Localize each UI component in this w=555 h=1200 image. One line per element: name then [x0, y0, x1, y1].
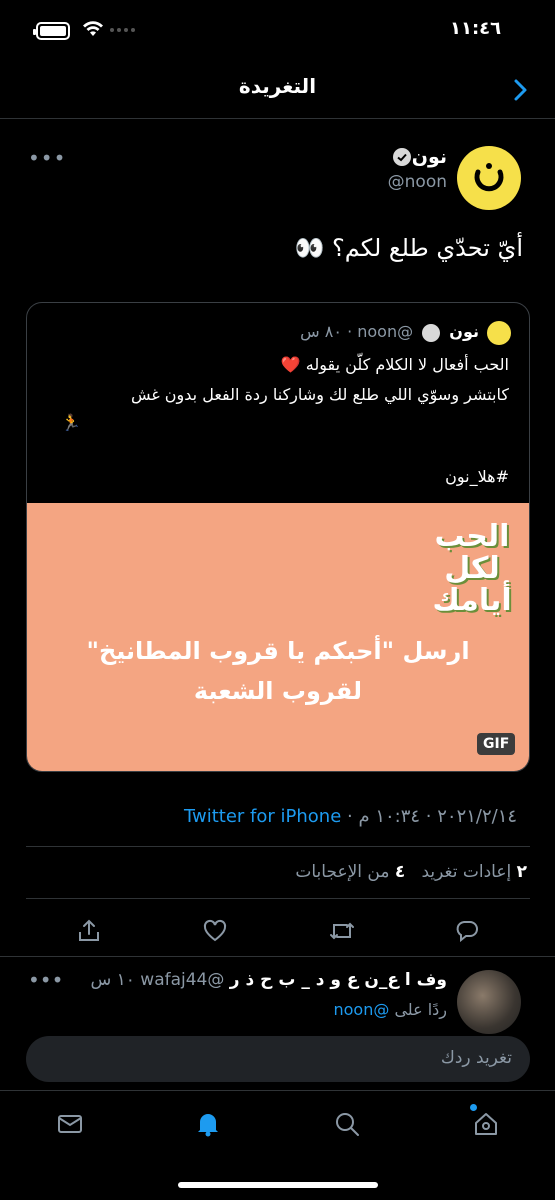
meta-divider	[26, 846, 530, 847]
share-icon[interactable]	[76, 918, 102, 944]
home-tab-icon[interactable]	[472, 1110, 500, 1138]
search-tab-icon[interactable]	[333, 1110, 361, 1138]
more-options-icon[interactable]: •••	[28, 146, 66, 170]
media-text-line: ارسل "أحبكم يا قروب المطانيخ"	[86, 637, 470, 665]
reply-avatar[interactable]	[457, 970, 521, 1034]
reply-header: وف ا ع_ن ع و د _ ب ح ذ ر @wafaj44 ١٠ س	[90, 970, 447, 990]
quoted-handle-time: @noon · ٨٠ س	[300, 322, 414, 341]
wifi-icon	[83, 21, 103, 36]
quoted-header: نون @noon · ٨٠ س	[300, 322, 479, 342]
reply-more-icon[interactable]: •••	[28, 968, 63, 992]
quoted-author-name: نون	[449, 322, 479, 341]
quoted-avatar	[487, 321, 511, 345]
retweet-icon[interactable]	[328, 918, 356, 944]
tweet-text: أيّ تحدّي طلع لكم؟ 👀	[294, 234, 523, 262]
tweet-meta: Twitter for iPhone ٢٠٢١/٢/١٤ · ١٠:٣٤ م ·	[184, 806, 517, 827]
avatar[interactable]	[457, 146, 521, 210]
quoted-tweet-card[interactable]: نون @noon · ٨٠ س الحب أفعال لا الكلام كل…	[26, 302, 530, 772]
quoted-text-line: الحب أفعال لا الكلام كلّن يقوله ❤️	[280, 355, 509, 374]
back-arrow-icon[interactable]	[512, 78, 530, 102]
tweet-date: ٢٠٢١/٢/١٤ · ١٠:٣٤ م ·	[347, 806, 518, 827]
media-title: الحب لكل أيامك	[432, 519, 512, 618]
header-divider	[0, 118, 555, 119]
home-indicator	[178, 1182, 378, 1188]
likes-count: ٤	[394, 862, 406, 882]
reply-author-name[interactable]: وف ا ع_ن ع و د _ ب ح ذ ر	[230, 970, 447, 990]
tweet-source-link[interactable]: Twitter for iPhone	[184, 806, 341, 827]
quoted-hashtag[interactable]: #هلا_نون	[445, 467, 509, 486]
page-title: التغريدة	[238, 74, 317, 98]
likes-label: من الإعجابات	[295, 862, 390, 882]
author-handle[interactable]: @noon	[388, 172, 447, 192]
quoted-gif-media[interactable]: الحب لكل أيامك ارسل "أحبكم يا قروب المطا…	[27, 503, 529, 771]
tweet-stats[interactable]: ٢ إعادات تغريد ٤ من الإعجابات	[295, 862, 527, 882]
actions-divider	[0, 956, 555, 957]
noon-logo-icon	[474, 163, 504, 192]
like-icon[interactable]	[202, 918, 228, 944]
messages-tab-icon[interactable]	[56, 1110, 84, 1138]
runner-emoji: 🏃	[61, 413, 81, 432]
gif-badge: GIF	[477, 733, 516, 755]
retweets-label: إعادات تغريد	[421, 862, 512, 882]
reply-handle-time: @wafaj44 ١٠ س	[90, 970, 225, 990]
media-text: ارسل "أحبكم يا قروب المطانيخ" لقروب الشع…	[27, 631, 529, 711]
status-time: ١١:٤٦	[450, 18, 502, 39]
verified-badge-icon	[393, 148, 411, 166]
reply-composer[interactable]: تغريد ردك	[26, 1036, 530, 1082]
notifications-tab-icon[interactable]	[194, 1110, 222, 1138]
author-name[interactable]: نون	[412, 146, 447, 168]
replying-prefix: ردًا على	[394, 1000, 447, 1019]
battery-icon	[33, 22, 70, 40]
replying-mention[interactable]: @noon	[333, 1000, 389, 1019]
reply-input-placeholder[interactable]: تغريد ردك	[441, 1048, 512, 1068]
signal-icon	[110, 28, 135, 32]
media-text-line: لقروب الشعبة	[193, 677, 363, 705]
reply-icon[interactable]	[454, 918, 480, 944]
stats-divider	[26, 898, 530, 899]
quoted-verified-badge-icon	[422, 323, 441, 342]
replying-to: ردًا على @noon	[333, 1000, 447, 1019]
retweets-count: ٢	[516, 862, 527, 882]
quoted-text-line: كابتشر وسوّي اللي طلع لك وشاركنا ردة الف…	[130, 385, 509, 404]
